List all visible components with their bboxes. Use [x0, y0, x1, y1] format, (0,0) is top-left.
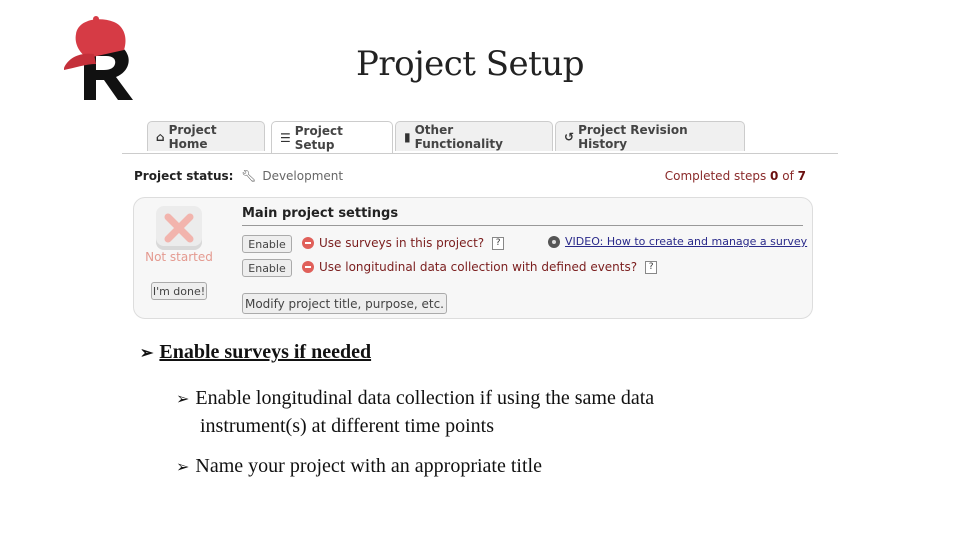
im-done-button[interactable]: I'm done!	[151, 282, 207, 300]
modify-project-button[interactable]: Modify project title, purpose, etc.	[242, 293, 447, 314]
divider	[242, 225, 803, 226]
bullet-text: Name your project with an appropriate ti…	[195, 455, 542, 477]
section-title: Main project settings	[242, 206, 399, 221]
book-icon: ▮	[404, 129, 411, 144]
video-link[interactable]: VIDEO: How to create and manage a survey	[548, 235, 807, 248]
help-icon[interactable]: ?	[492, 236, 505, 250]
bullet-text-continued: instrument(s) at different time points	[200, 415, 495, 437]
help-icon[interactable]: ?	[645, 260, 658, 274]
not-started-x-icon	[156, 206, 202, 250]
option-text: Use surveys in this project?	[319, 236, 485, 250]
longitudinal-option: Use longitudinal data collection with de…	[302, 260, 658, 274]
bullet-longitudinal: ➢ Enable longitudinal data collection if …	[176, 385, 736, 440]
tab-project-home[interactable]: ⌂ Project Home	[147, 121, 265, 151]
arrow-bullet-icon: ➢	[140, 345, 154, 362]
bullet-text: Enable surveys if needed	[159, 341, 372, 363]
completed-label: Completed steps	[664, 169, 767, 183]
completed-count: 0	[770, 169, 779, 183]
tab-other-functionality[interactable]: ▮ Other Functionality	[395, 121, 553, 151]
tab-label: Other Functionality	[414, 122, 503, 151]
project-status-row: Project status: 🔧︎ Development Completed…	[134, 169, 806, 183]
tab-project-setup[interactable]: ☰ Project Setup	[271, 121, 393, 153]
step-status: Not started	[145, 250, 213, 264]
disabled-icon	[302, 261, 314, 273]
home-icon: ⌂	[156, 129, 165, 144]
tab-project-revision-history[interactable]: ↺ Project Revision History	[555, 121, 745, 151]
surveys-option: Use surveys in this project? ?	[302, 236, 505, 250]
arrow-bullet-icon: ➢	[176, 391, 190, 408]
tab-label: Project Revision History	[578, 122, 688, 151]
completed-of: of	[782, 169, 794, 183]
main-settings-panel: Not started I'm done! Main project setti…	[133, 197, 813, 319]
history-icon: ↺	[564, 129, 575, 144]
bullet-name-project: ➢ Name your project with an appropriate t…	[176, 455, 542, 478]
bullet-enable-surveys: ➢ Enable surveys if needed	[140, 341, 371, 364]
enable-surveys-button[interactable]: Enable	[242, 235, 292, 253]
slide-title: Project Setup	[355, 44, 585, 84]
bullet-text: Enable longitudinal data collection if u…	[195, 387, 655, 409]
enable-longitudinal-button[interactable]: Enable	[242, 259, 292, 277]
tab-label: Project Home	[168, 122, 217, 151]
wrench-icon: 🔧︎	[241, 169, 257, 183]
status-value: Development	[262, 169, 344, 183]
film-reel-icon	[548, 235, 560, 248]
tab-bar: ⌂ Project Home ☰ Project Setup ▮ Other F…	[122, 121, 838, 154]
arrow-bullet-icon: ➢	[176, 459, 190, 476]
completed-steps: Completed steps 0 of 7	[665, 169, 806, 183]
option-text: Use longitudinal data collection with de…	[319, 260, 638, 274]
video-link-text[interactable]: VIDEO: How to create and manage a survey	[565, 235, 807, 248]
disabled-icon	[302, 237, 314, 249]
tab-label: Project Setup	[294, 123, 343, 152]
status-label: Project status:	[134, 169, 234, 183]
completed-total: 7	[797, 169, 806, 183]
list-icon: ☰	[280, 130, 291, 145]
